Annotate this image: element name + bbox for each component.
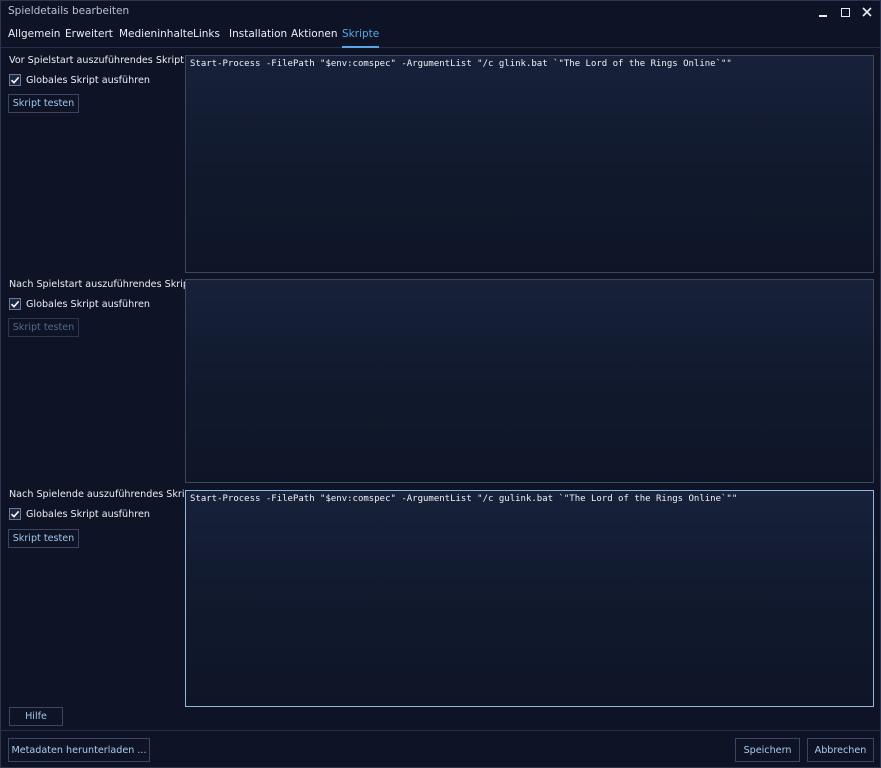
minimize-button[interactable] [814,4,832,20]
pre-start-script-label: Vor Spielstart auszuführendes Skript [9,55,184,66]
checkmark-icon [10,300,20,308]
cancel-button[interactable]: Abbrechen [807,738,874,762]
tab-erweitert[interactable]: Erweitert [65,28,113,48]
window-title: Spieldetails bearbeiten [8,5,130,17]
tab-installation[interactable]: Installation [229,28,287,48]
maximize-icon [840,7,850,17]
post-exit-script-label: Nach Spielende auszuführendes Skript [9,489,195,500]
post-start-script-editor[interactable] [185,279,874,483]
edit-game-dialog: Spieldetails bearbeiten Allgemein Erweit… [0,0,881,768]
post-start-global-script-checkbox[interactable]: Globales Skript ausführen [9,297,150,311]
download-metadata-button[interactable]: Metadaten herunterladen ... [8,738,150,762]
post-exit-test-script-button[interactable]: Skript testen [8,529,79,548]
help-button[interactable]: Hilfe [9,707,63,726]
close-icon [862,7,872,17]
checkbox-label: Globales Skript ausführen [26,298,150,310]
checkbox-label: Globales Skript ausführen [26,74,150,86]
checkbox-label: Globales Skript ausführen [26,508,150,520]
pre-start-global-script-checkbox[interactable]: Globales Skript ausführen [9,73,150,87]
tab-allgemein[interactable]: Allgemein [8,28,60,48]
tab-bar: Allgemein Erweitert Medieninhalte Links … [1,24,880,48]
checkbox-box[interactable] [9,74,21,86]
title-bar: Spieldetails bearbeiten [1,1,880,23]
footer-divider [1,730,880,731]
post-start-script-label: Nach Spielstart auszuführendes Skript [9,279,193,290]
maximize-button[interactable] [836,4,854,20]
post-exit-script-editor[interactable]: Start-Process -FilePath "$env:comspec" -… [185,490,874,707]
save-button[interactable]: Speichern [735,738,800,762]
pre-start-script-editor[interactable]: Start-Process -FilePath "$env:comspec" -… [185,55,874,273]
checkbox-box[interactable] [9,298,21,310]
tab-skripte[interactable]: Skripte [342,28,380,48]
checkmark-icon [10,76,20,84]
tab-aktionen[interactable]: Aktionen [291,28,338,48]
close-button[interactable] [858,4,876,20]
tab-links[interactable]: Links [193,28,220,48]
tab-medieninhalte[interactable]: Medieninhalte [119,28,193,48]
post-exit-global-script-checkbox[interactable]: Globales Skript ausführen [9,507,150,521]
pre-start-test-script-button[interactable]: Skript testen [8,94,79,113]
checkmark-icon [10,510,20,518]
post-start-test-script-button[interactable]: Skript testen [8,318,79,337]
minimize-icon [819,15,827,17]
checkbox-box[interactable] [9,508,21,520]
